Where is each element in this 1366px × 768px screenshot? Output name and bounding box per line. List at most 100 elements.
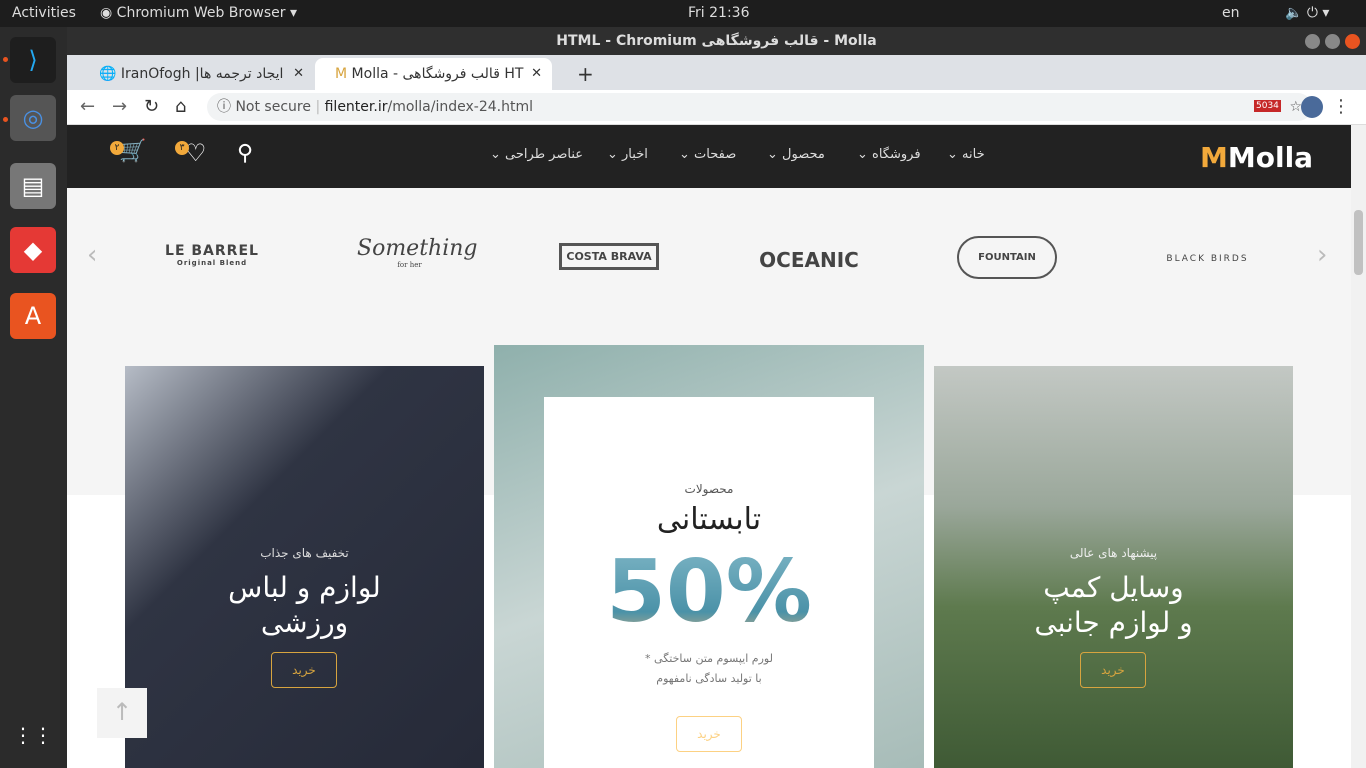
show-apps-icon[interactable]: ⋮⋮ bbox=[10, 712, 56, 758]
banner-title: و لوازم جانبی bbox=[1034, 606, 1193, 639]
banner-title: لوازم و لباس bbox=[228, 571, 381, 604]
nav-elements[interactable]: ⌄ عناصر طراحی bbox=[490, 147, 583, 162]
scrollbar-thumb[interactable] bbox=[1354, 210, 1363, 275]
tab-iranofogh[interactable]: 🌐 IranOfogh |ایجاد ترجمه ها ✕ bbox=[79, 58, 314, 90]
nav-label: خانه bbox=[962, 147, 985, 162]
window-title-bar: HTML - Chromium قالب فروشگاهی - Molla bbox=[67, 27, 1366, 55]
brand-name: COSTA BRAVA bbox=[566, 250, 652, 263]
banner-desc: با تولید سادگی نامفهوم bbox=[656, 672, 762, 685]
running-indicator bbox=[3, 117, 8, 122]
running-indicator bbox=[3, 57, 8, 62]
banner-sportswear[interactable]: تخفیف های جذاب لوازم و لباس ورزشی خرید bbox=[125, 366, 484, 768]
info-icon: ⓘ bbox=[217, 99, 231, 115]
cart-count: ۲ bbox=[110, 141, 124, 155]
nav-blog[interactable]: ⌄ اخبار bbox=[607, 147, 648, 162]
nav-shop[interactable]: ⌄ فروشگاه bbox=[857, 147, 921, 162]
buy-button[interactable]: خرید bbox=[676, 716, 742, 752]
close-window-button[interactable] bbox=[1345, 34, 1360, 49]
tab-label: IranOfogh |ایجاد ترجمه ها bbox=[120, 66, 284, 82]
nav-home[interactable]: ⌄ خانه bbox=[947, 147, 985, 162]
files-icon[interactable]: ▤ bbox=[10, 163, 56, 209]
wishlist-count: ۳ bbox=[175, 141, 189, 155]
anydesk-icon[interactable]: ◆ bbox=[10, 227, 56, 273]
brand-le-barrel[interactable]: LE BARREL Original Blend bbox=[157, 243, 267, 267]
nav-pages[interactable]: ⌄ صفحات bbox=[679, 147, 736, 162]
brand-sub: Original Blend bbox=[176, 259, 248, 267]
carousel-next-icon[interactable]: › bbox=[1317, 240, 1327, 270]
page-scrollbar[interactable] bbox=[1351, 125, 1366, 768]
brand-black-birds[interactable]: BLACK BIRDS bbox=[1155, 254, 1260, 264]
logo-text: Molla bbox=[1227, 141, 1314, 174]
close-tab-icon[interactable]: ✕ bbox=[293, 58, 304, 90]
molla-favicon-icon: M bbox=[335, 66, 348, 82]
activities-button[interactable]: Activities bbox=[12, 5, 76, 21]
extension-badge[interactable]: 5034 bbox=[1254, 100, 1281, 112]
vscode-icon[interactable]: ⟩ bbox=[10, 37, 56, 83]
banner-subtitle: پیشنهاد های عالی bbox=[1069, 546, 1158, 560]
dock: ⟩ ◎ ▤ ◆ A ⋮⋮ bbox=[0, 27, 67, 768]
nav-product[interactable]: ⌄ محصول bbox=[767, 147, 825, 162]
discount-text: 50% bbox=[544, 542, 874, 642]
tab-label: Molla - قالب فروشگاهی HT bbox=[351, 66, 524, 82]
app-menu[interactable]: ◉ Chromium Web Browser ▾ bbox=[100, 5, 297, 21]
tab-strip: 🌐 IranOfogh |ایجاد ترجمه ها ✕ M Molla - ق… bbox=[67, 55, 1366, 90]
buy-button[interactable]: خرید bbox=[271, 652, 337, 688]
system-top-bar: Activities ◉ Chromium Web Browser ▾ Fri … bbox=[0, 0, 1366, 27]
site-header: MMolla ⌄ خانه ⌄ فروشگاه ⌄ محصول ⌄ صفحات … bbox=[67, 125, 1351, 188]
toolbar: ← → ↻ ⌂ ⓘ Not secure | filenter.ir/molla… bbox=[67, 90, 1366, 125]
software-center-icon[interactable]: A bbox=[10, 293, 56, 339]
brand-name: Something bbox=[357, 236, 478, 261]
buy-button[interactable]: خرید bbox=[1080, 652, 1146, 688]
nav-label: محصول bbox=[782, 147, 825, 162]
nav-label: صفحات bbox=[694, 147, 737, 162]
brand-something[interactable]: Something for her bbox=[357, 236, 478, 269]
carousel-prev-icon[interactable]: ‹ bbox=[87, 240, 97, 270]
brand-oceanic[interactable]: OCEANIC bbox=[757, 248, 861, 272]
banner-title: تابستانی bbox=[656, 502, 762, 537]
tab-molla[interactable]: M Molla - قالب فروشگاهی HT ✕ bbox=[315, 58, 552, 90]
maximize-button[interactable] bbox=[1325, 34, 1340, 49]
minimize-button[interactable] bbox=[1305, 34, 1320, 49]
forward-button[interactable]: → bbox=[112, 96, 127, 117]
nav-label: اخبار bbox=[622, 147, 648, 162]
app-menu-label: Chromium Web Browser bbox=[116, 5, 286, 21]
banner-title: ورزشی bbox=[260, 606, 349, 639]
banner-camping[interactable]: پیشنهاد های عالی وسایل کمپ و لوازم جانبی… bbox=[934, 366, 1293, 768]
brand-sub: for her bbox=[397, 261, 422, 269]
wishlist-icon[interactable]: ♡ bbox=[185, 139, 207, 167]
brand-fountain[interactable]: FOUNTAIN bbox=[957, 236, 1057, 279]
cart-icon[interactable]: 🛒 bbox=[119, 139, 146, 164]
brand-name: FOUNTAIN bbox=[978, 252, 1036, 263]
brand-name: BLACK BIRDS bbox=[1166, 254, 1249, 264]
brand-name: LE BARREL bbox=[165, 243, 259, 259]
back-button[interactable]: ← bbox=[80, 96, 95, 117]
reload-button[interactable]: ↻ bbox=[144, 96, 159, 117]
brand-costa-brava[interactable]: COSTA BRAVA bbox=[559, 243, 659, 270]
window-title: HTML - Chromium قالب فروشگاهی - Molla bbox=[556, 33, 877, 49]
search-icon[interactable]: ⚲ bbox=[237, 141, 253, 166]
security-label[interactable]: Not secure bbox=[235, 99, 311, 115]
banner-summer[interactable]: محصولات تابستانی 50% * لورم ایپسوم متن س… bbox=[494, 345, 924, 768]
url-path: /molla/index-24.html bbox=[387, 99, 533, 115]
volume-icon[interactable]: 🔈 ⏻ ▾ bbox=[1285, 5, 1329, 21]
banner-title: وسایل کمپ bbox=[1043, 571, 1184, 604]
nav-label: عناصر طراحی bbox=[505, 147, 584, 162]
nav-label: فروشگاه bbox=[872, 147, 921, 162]
brand-name: OCEANIC bbox=[759, 248, 859, 272]
profile-avatar[interactable] bbox=[1301, 96, 1323, 118]
clock[interactable]: Fri 21:36 bbox=[688, 5, 749, 21]
banner-subtitle: محصولات bbox=[684, 482, 734, 496]
language-indicator[interactable]: en bbox=[1222, 5, 1240, 21]
summer-card: محصولات تابستانی 50% * لورم ایپسوم متن س… bbox=[544, 397, 874, 768]
chromium-icon[interactable]: ◎ bbox=[10, 95, 56, 141]
menu-icon[interactable]: ⋮ bbox=[1332, 96, 1350, 117]
web-page: MMolla ⌄ خانه ⌄ فروشگاه ⌄ محصول ⌄ صفحات … bbox=[67, 125, 1351, 768]
new-tab-button[interactable]: + bbox=[557, 58, 594, 90]
home-button[interactable]: ⌂ bbox=[175, 96, 186, 117]
address-bar[interactable]: ⓘ Not secure | filenter.ir/molla/index-2… bbox=[207, 93, 1312, 121]
close-tab-icon[interactable]: ✕ bbox=[531, 58, 542, 90]
site-logo[interactable]: MMolla bbox=[1200, 141, 1313, 174]
banner-subtitle: تخفیف های جذاب bbox=[260, 546, 349, 560]
scroll-to-top-button[interactable]: ↑ bbox=[97, 688, 147, 738]
banner-desc: * لورم ایپسوم متن ساختگی bbox=[645, 652, 773, 665]
